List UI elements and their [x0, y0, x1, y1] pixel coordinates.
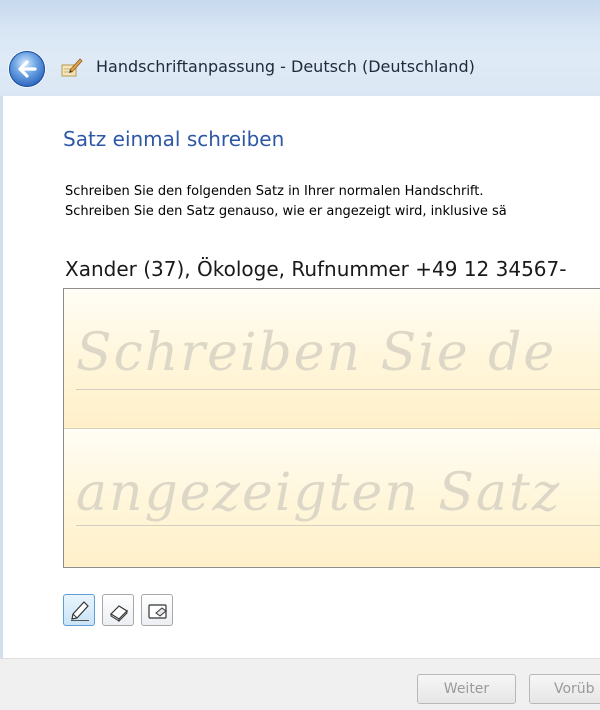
next-button[interactable]: Weiter: [417, 674, 516, 704]
pen-tool-button[interactable]: [63, 594, 95, 626]
instruction-text-2: Schreiben Sie den Satz genauso, wie er a…: [65, 204, 507, 219]
pen-icon: [71, 601, 89, 621]
handwriting-pad[interactable]: Schreiben Sie de angezeigten Satz: [63, 288, 600, 568]
writing-hint-2: angezeigten Satz: [76, 463, 562, 523]
sample-sentence: Xander (37), Ökologe, Rufnummer +49 12 3…: [65, 257, 567, 281]
writing-line-1[interactable]: Schreiben Sie de: [64, 289, 600, 429]
back-arrow-icon: [18, 60, 37, 78]
eraser-icon: [110, 605, 128, 622]
page-heading: Satz einmal schreiben: [63, 127, 285, 151]
baseline-2: [76, 525, 600, 526]
window-title-bar: Handschriftanpassung - Deutsch (Deutschl…: [0, 0, 600, 97]
back-button[interactable]: [9, 51, 45, 87]
instruction-text-1: Schreiben Sie den folgenden Satz in Ihre…: [65, 184, 484, 199]
clear-tool-button[interactable]: [141, 594, 173, 626]
baseline-1: [76, 389, 600, 390]
window-title: Handschriftanpassung - Deutsch (Deutschl…: [96, 57, 475, 76]
writing-hint-1: Schreiben Sie de: [76, 323, 557, 383]
writing-line-2[interactable]: angezeigten Satz: [64, 429, 600, 567]
preview-button[interactable]: Vorüb: [529, 674, 600, 704]
clear-icon: [148, 604, 167, 619]
eraser-tool-button[interactable]: [102, 594, 134, 626]
handwriting-app-icon: [61, 58, 83, 77]
